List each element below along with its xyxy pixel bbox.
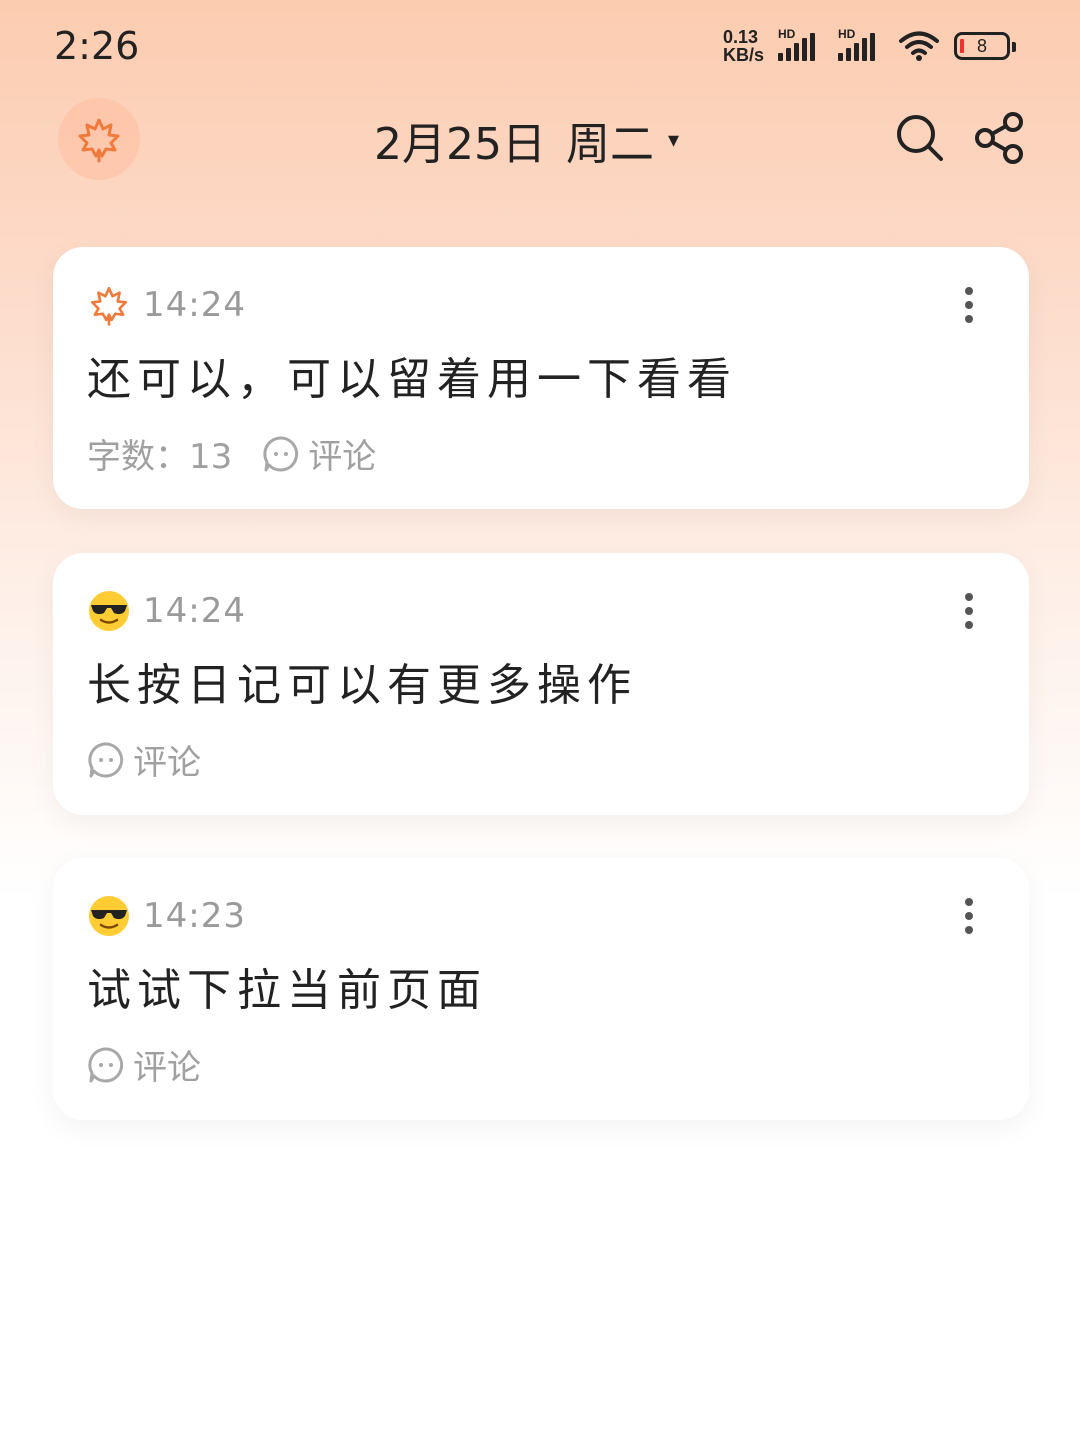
maple-leaf-icon [87, 283, 131, 327]
status-time: 2:26 [54, 24, 140, 68]
search-button[interactable] [892, 110, 948, 166]
diary-entry-card[interactable]: 14:23 试试下拉当前页面 评论 [53, 858, 1029, 1120]
network-speed-unit: KB/s [722, 45, 764, 65]
wifi-icon [899, 31, 939, 61]
comment-icon [88, 1046, 124, 1082]
sunglasses-emoji-icon [87, 894, 131, 938]
app-header: 2月25日 周二 ▾ [0, 92, 1080, 192]
comment-label: 评论 [133, 1048, 201, 1088]
caret-down-icon: ▾ [667, 127, 680, 153]
entry-footer: 评论 [87, 735, 201, 784]
share-icon [975, 112, 1023, 164]
word-count-label: 字数： [87, 437, 189, 477]
word-count: 字数：13 [87, 429, 232, 478]
entry-time: 14:24 [143, 285, 246, 325]
signal-1-icon: HD [778, 27, 824, 61]
entry-header: 14:24 [87, 283, 246, 327]
entry-footer: 评论 [87, 1040, 201, 1089]
signal-1-hd: HD [778, 27, 796, 41]
comment-button[interactable]: 评论 [262, 429, 376, 478]
more-options-icon[interactable] [959, 898, 979, 934]
comment-label: 评论 [133, 743, 201, 783]
comment-button[interactable]: 评论 [87, 735, 201, 784]
maple-leaf-icon [78, 118, 120, 163]
network-speed-value: 0.13 [722, 27, 759, 47]
battery-icon: 8 [954, 32, 1016, 60]
share-button[interactable] [972, 110, 1028, 166]
entry-footer: 字数：13 评论 [87, 429, 376, 478]
diary-entry-card[interactable]: 14:24 还可以，可以留着用一下看看 字数：13 评论 [53, 247, 1029, 509]
status-indicators: 0.13 KB/s HD HD 8 [723, 27, 1016, 64]
signal-2-icon: HD [838, 27, 884, 61]
entry-time: 14:24 [143, 591, 246, 631]
mood-logo-button[interactable] [58, 98, 140, 180]
entry-header: 14:23 [87, 894, 246, 938]
comment-icon [263, 435, 299, 471]
more-options-icon[interactable] [959, 593, 979, 629]
entry-time: 14:23 [143, 896, 246, 936]
comment-button[interactable]: 评论 [87, 1040, 201, 1089]
date-label: 2月25日 [374, 119, 546, 170]
status-bar: 2:26 0.13 KB/s HD HD 8 [0, 0, 1080, 92]
battery-level-fill [960, 39, 964, 53]
date-picker[interactable]: 2月25日 周二 ▾ [374, 108, 679, 172]
sunglasses-emoji-icon [87, 589, 131, 633]
comment-label: 评论 [308, 437, 377, 477]
diary-entry-card[interactable]: 14:24 长按日记可以有更多操作 评论 [53, 553, 1029, 815]
word-count-value: 13 [189, 437, 233, 477]
weekday-label: 周二 [565, 119, 654, 170]
entry-text: 试试下拉当前页面 [87, 965, 487, 1016]
comment-icon [88, 741, 124, 777]
entry-text: 还可以，可以留着用一下看看 [87, 354, 737, 405]
entry-header: 14:24 [87, 589, 246, 633]
battery-level-text: 8 [976, 35, 987, 56]
more-options-icon[interactable] [959, 287, 979, 323]
signal-2-hd: HD [838, 27, 856, 41]
search-icon [897, 115, 943, 161]
entry-text: 长按日记可以有更多操作 [87, 660, 637, 711]
network-speed: 0.13 KB/s [723, 28, 764, 64]
